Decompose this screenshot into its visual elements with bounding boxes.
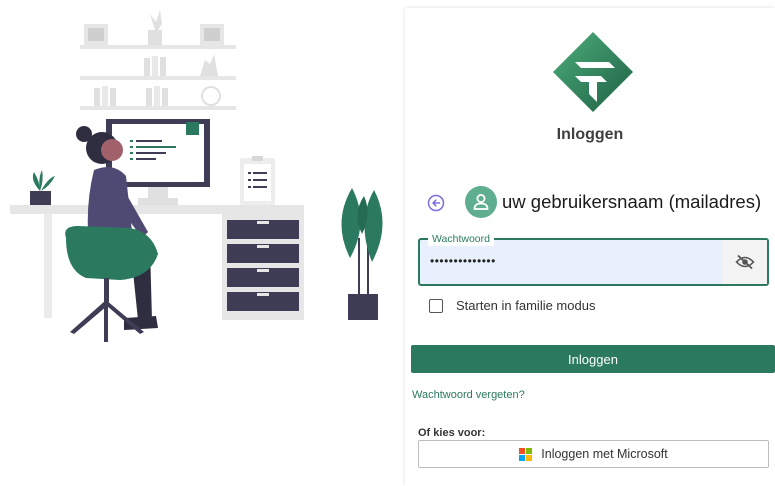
login-button[interactable]: Inloggen	[411, 345, 775, 373]
user-icon	[465, 186, 497, 218]
account-chip: uw gebruikersnaam (mailadres)	[465, 186, 761, 218]
login-panel: Inloggen uw gebruikersnaam (mailadres) W…	[405, 8, 775, 486]
eye-slash-icon[interactable]	[722, 240, 767, 284]
login-title: Inloggen	[556, 126, 624, 143]
microsoft-login-label: Inloggen met Microsoft	[541, 447, 668, 461]
family-mode-label: Starten in familie modus	[456, 298, 596, 313]
username-label: uw gebruikersnaam (mailadres)	[502, 191, 762, 212]
arrow-left-circle-icon[interactable]	[427, 194, 445, 212]
or-choose-label: Of kies voor:	[418, 427, 486, 439]
microsoft-login-button[interactable]: Inloggen met Microsoft	[418, 440, 769, 468]
password-value[interactable]: ••••••••••••••	[430, 254, 496, 268]
password-label: Wachtwoord	[428, 232, 494, 246]
family-mode-option[interactable]: Starten in familie modus	[429, 298, 595, 313]
password-field[interactable]: Wachtwoord ••••••••••••••	[418, 232, 769, 286]
forgot-password-link[interactable]: Wachtwoord vergeten?	[412, 389, 525, 401]
microsoft-icon	[519, 447, 533, 461]
family-mode-checkbox[interactable]	[429, 298, 443, 313]
company-logo	[553, 32, 633, 112]
person-at-desk-illustration	[10, 10, 383, 342]
